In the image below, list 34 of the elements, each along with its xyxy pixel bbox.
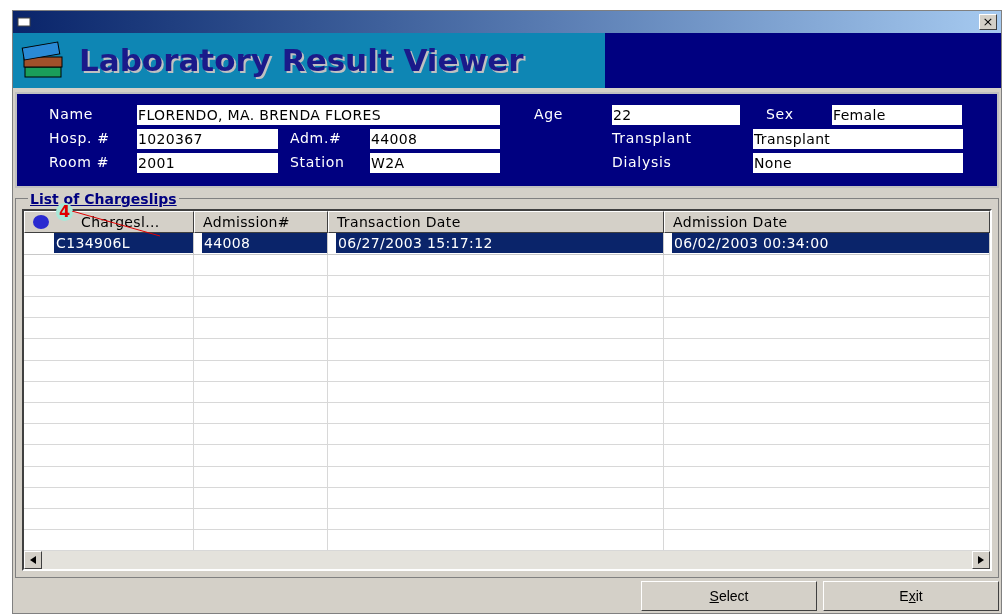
close-button[interactable]: × bbox=[979, 14, 997, 30]
banner-title: Laboratory Result Viewer bbox=[79, 41, 524, 81]
text-field[interactable]: 2001 bbox=[137, 152, 278, 173]
dialog-button[interactable]: Exit bbox=[823, 581, 999, 611]
record-icon bbox=[32, 214, 50, 230]
text-field[interactable]: W2A bbox=[370, 152, 500, 173]
field-label: Age bbox=[534, 105, 565, 124]
table-cell: 06/02/2003 00:34:00 bbox=[664, 233, 990, 255]
text-field[interactable]: FLORENDO, MA. BRENDA FLORES bbox=[137, 104, 500, 125]
table-cell: 06/27/2003 15:17:12 bbox=[328, 233, 664, 255]
field-label: Dialysis bbox=[612, 153, 673, 172]
field-label: Station bbox=[290, 153, 346, 172]
table-row[interactable]: C134906L 44008 06/27/2003 15:17:12 06/02/2003 00:34:00 bbox=[24, 233, 990, 255]
field-label: Hosp. # bbox=[49, 129, 111, 148]
window-icon bbox=[17, 17, 31, 27]
scroll-left-icon[interactable] bbox=[30, 556, 36, 565]
scroll-right-icon[interactable] bbox=[978, 556, 984, 565]
text-field[interactable]: 1020367 bbox=[137, 128, 278, 149]
dialog-button[interactable]: Select bbox=[641, 581, 817, 611]
text-field[interactable]: Transplant bbox=[753, 128, 963, 149]
table-cell: 44008 bbox=[194, 233, 328, 255]
field-label: Adm.# bbox=[290, 129, 343, 148]
table-cell: C134906L bbox=[24, 233, 194, 255]
column-header[interactable]: Transaction Date bbox=[328, 211, 664, 233]
text-field[interactable]: Female bbox=[832, 104, 962, 125]
text-field[interactable]: None bbox=[753, 152, 963, 173]
field-label: Transplant bbox=[612, 129, 693, 148]
field-label: Sex bbox=[766, 105, 795, 124]
text-field[interactable]: 44008 bbox=[370, 128, 500, 149]
field-label: Room # bbox=[49, 153, 111, 172]
text-field[interactable]: 22 bbox=[612, 104, 740, 125]
column-header[interactable]: Admission# bbox=[194, 211, 328, 233]
column-header[interactable]: Admission Date bbox=[664, 211, 990, 233]
field-label: Name bbox=[49, 105, 95, 124]
